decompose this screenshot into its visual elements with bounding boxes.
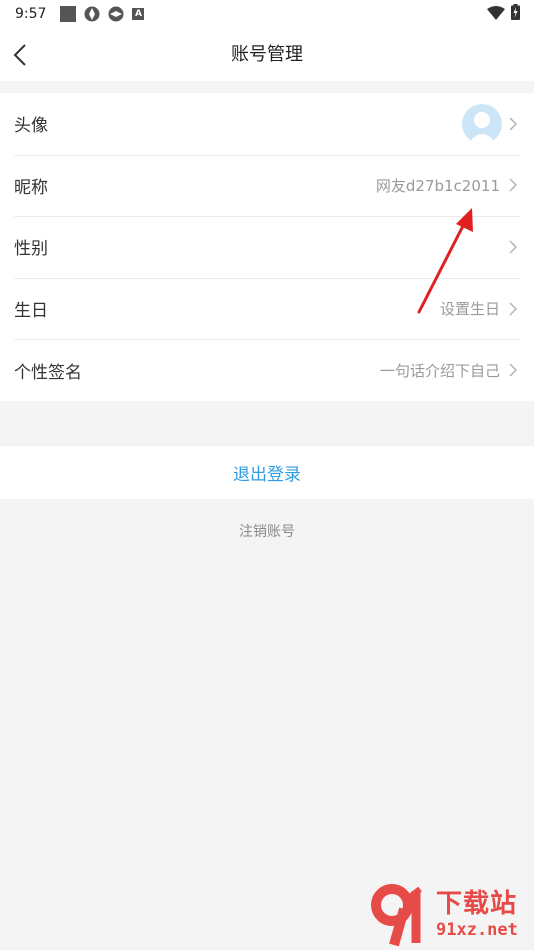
watermark: 下载站 91xz.net (370, 882, 530, 948)
row-label: 昵称 (14, 177, 48, 198)
nickname-value: 网友d27b1c2011 (375, 176, 500, 195)
row-birthday[interactable]: 生日 设置生日 (0, 277, 534, 340)
row-avatar[interactable]: 头像 (0, 93, 534, 155)
a-icon: A (132, 8, 145, 20)
watermark-name: 下载站 (436, 889, 518, 919)
battery-charging-icon (511, 4, 520, 24)
aperture-icon (84, 6, 100, 22)
row-label: 头像 (14, 116, 48, 137)
chevron-right-icon (509, 240, 518, 254)
chevron-right-icon (509, 363, 518, 377)
page-title: 账号管理 (231, 44, 303, 65)
logout-label: 退出登录 (233, 465, 301, 485)
cancel-account-link[interactable]: 注销账号 (0, 521, 534, 541)
row-label: 生日 (14, 301, 48, 322)
chevron-right-icon (509, 178, 518, 192)
account-settings-list: 头像 昵称 网友d27b1c2011 性别 生日 设置生日 个性签名 一句话介绍… (0, 93, 534, 401)
status-time: 9:57 (15, 6, 47, 22)
watermark-url: 91xz.net (436, 920, 518, 940)
chevron-left-icon (13, 44, 26, 66)
row-gender[interactable]: 性别 (0, 216, 534, 278)
avatar (462, 103, 502, 144)
aperture-icon (108, 6, 124, 22)
row-signature[interactable]: 个性签名 一句话介绍下自己 (0, 339, 534, 401)
chevron-right-icon (509, 117, 518, 131)
row-label: 性别 (14, 239, 48, 260)
watermark-logo-icon (370, 883, 432, 947)
user-icon (468, 111, 496, 144)
logout-button[interactable]: 退出登录 (0, 446, 534, 499)
notification-square-icon (60, 6, 77, 22)
wifi-icon (487, 5, 505, 24)
nav-bar: 账号管理 (0, 28, 534, 81)
back-button[interactable] (6, 40, 34, 70)
row-nickname[interactable]: 昵称 网友d27b1c2011 (0, 154, 534, 217)
row-label: 个性签名 (14, 362, 82, 383)
chevron-right-icon (509, 302, 518, 316)
signature-value: 一句话介绍下自己 (379, 361, 500, 380)
birthday-value: 设置生日 (439, 300, 500, 319)
status-bar: 9:57 A (0, 0, 534, 28)
